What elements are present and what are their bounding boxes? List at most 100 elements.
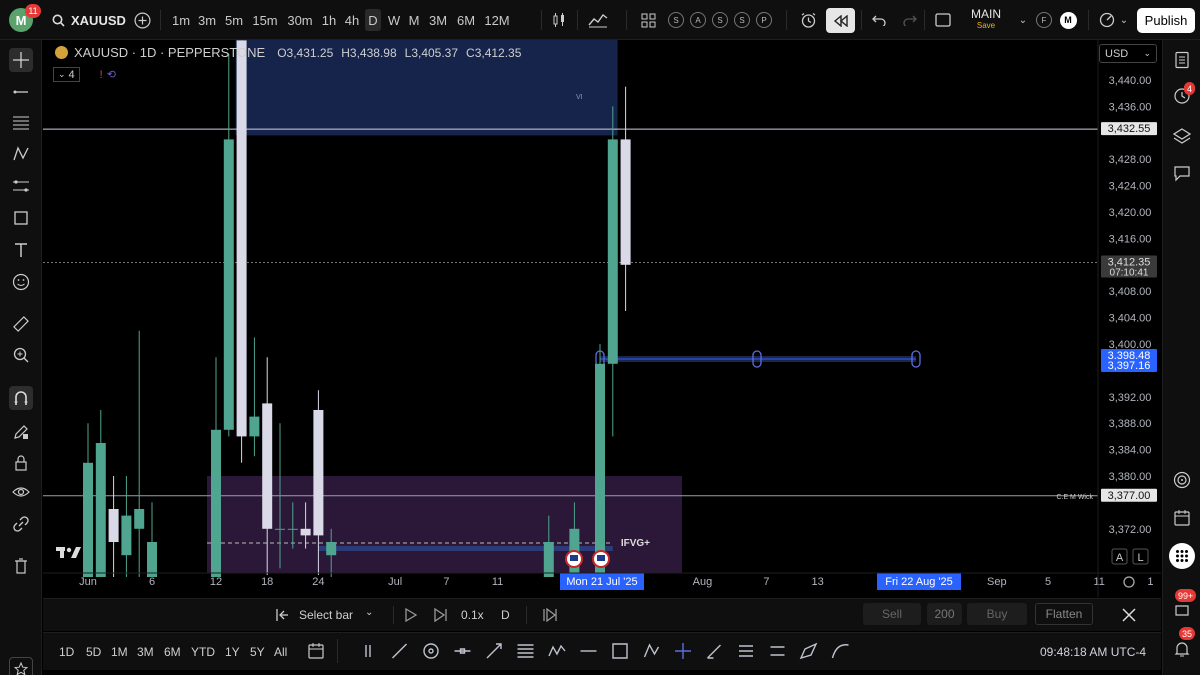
- sell-button[interactable]: Sell: [863, 603, 921, 625]
- alert-button[interactable]: [798, 9, 818, 31]
- shape-tool[interactable]: [9, 206, 33, 230]
- redo-button[interactable]: [901, 9, 919, 31]
- candle-body[interactable]: [275, 528, 285, 530]
- path-icon[interactable]: [643, 643, 660, 658]
- hide-drawings-tool[interactable]: [9, 480, 33, 504]
- symbol-search[interactable]: XAUUSD: [52, 9, 126, 31]
- candle-body[interactable]: [121, 515, 132, 556]
- buy-button[interactable]: Buy: [967, 603, 1027, 625]
- layout-dropdown-button[interactable]: ⌄: [1016, 9, 1030, 31]
- price-chart[interactable]: 3,440.00 3,436.00 3,428.00 3,424.00 3,420.00…: [43, 40, 1161, 597]
- apps-button[interactable]: [1169, 543, 1195, 569]
- candle-body[interactable]: [595, 363, 605, 577]
- candle-body[interactable]: [83, 462, 93, 577]
- fullscreen-button[interactable]: [933, 9, 953, 31]
- favorites-button[interactable]: [9, 657, 33, 675]
- m-button[interactable]: M: [1058, 9, 1078, 31]
- fvg-zone[interactable]: [207, 476, 682, 573]
- brush-icon[interactable]: [707, 644, 721, 659]
- indicator-toggle[interactable]: ⌄ 4: [53, 67, 80, 82]
- horizontal-ray-icon[interactable]: [454, 648, 471, 654]
- currency-selector[interactable]: USD ⌄: [1099, 44, 1157, 63]
- interval-d-button[interactable]: D: [365, 9, 381, 31]
- crosshair-tool[interactable]: [9, 48, 33, 72]
- candle-body[interactable]: [287, 528, 298, 530]
- quick-toggle-4[interactable]: P: [755, 9, 773, 31]
- interval-w-button[interactable]: W: [386, 9, 402, 31]
- jump-to-realtime-button[interactable]: [542, 607, 558, 626]
- list-icon[interactable]: [739, 645, 753, 657]
- list-alt-icon[interactable]: [770, 646, 785, 656]
- wave-icon[interactable]: [548, 644, 566, 657]
- candle-body[interactable]: [300, 528, 311, 536]
- axis-settings-icon[interactable]: [1123, 576, 1135, 588]
- magnet-tool[interactable]: [9, 386, 33, 410]
- watchlist-button[interactable]: [1171, 49, 1193, 71]
- candle-body[interactable]: [543, 542, 554, 577]
- arrow-line-icon[interactable]: [486, 643, 502, 659]
- interval-3m-button[interactable]: 3M: [427, 9, 449, 31]
- settings-dropdown-button[interactable]: ⌄: [1118, 9, 1130, 31]
- candle-body[interactable]: [223, 139, 234, 430]
- trend-line-icon[interactable]: [392, 643, 407, 659]
- interval-5m-button[interactable]: 5m: [223, 9, 245, 31]
- dots-handle-icon[interactable]: [365, 645, 371, 657]
- fib-tool[interactable]: [9, 111, 33, 135]
- replay-interval[interactable]: D: [501, 608, 510, 622]
- legend-title[interactable]: XAUUSD · 1D · PEPPERSTONE: [74, 45, 265, 60]
- indicators-button[interactable]: [585, 9, 611, 31]
- quantity-input[interactable]: 200: [927, 603, 962, 625]
- rectangle-icon[interactable]: [612, 643, 628, 659]
- interval-3m-button[interactable]: 3m: [196, 9, 218, 31]
- notifications-button[interactable]: [1171, 638, 1193, 660]
- measure-tool[interactable]: [9, 312, 33, 336]
- chat-button[interactable]: [1171, 162, 1193, 184]
- calendar-button[interactable]: [1171, 507, 1193, 529]
- range-1y-button[interactable]: 1Y: [225, 645, 240, 659]
- replay-speed[interactable]: 0.1x: [461, 608, 484, 622]
- interval-1h-button[interactable]: 1h: [320, 9, 338, 31]
- candle-body[interactable]: [249, 416, 260, 437]
- candle-body[interactable]: [236, 40, 247, 437]
- layout-menu[interactable]: MAIN Save: [970, 8, 1002, 32]
- pattern-tool[interactable]: [9, 142, 33, 166]
- chart-area[interactable]: 3,440.00 3,436.00 3,428.00 3,424.00 3,420.00…: [43, 40, 1161, 597]
- delete-drawings-tool[interactable]: [9, 554, 33, 578]
- add-symbol-button[interactable]: [132, 9, 152, 31]
- candle-body[interactable]: [313, 410, 324, 536]
- range-ytd-button[interactable]: YTD: [191, 645, 215, 659]
- candle-body[interactable]: [607, 139, 618, 364]
- target-button[interactable]: [1171, 469, 1193, 491]
- range-all-button[interactable]: All: [274, 645, 287, 659]
- chart-type-button[interactable]: [549, 9, 569, 31]
- projection-tool[interactable]: [9, 174, 33, 198]
- ideas-button[interactable]: [1171, 600, 1193, 622]
- play-button[interactable]: [404, 607, 418, 626]
- candle-body[interactable]: [134, 509, 145, 529]
- candle-body[interactable]: [95, 443, 106, 577]
- interval-6m-button[interactable]: 6M: [454, 9, 478, 31]
- candle-body[interactable]: [108, 509, 119, 542]
- close-replay-button[interactable]: [1121, 607, 1137, 626]
- flatten-button[interactable]: Flatten: [1035, 603, 1093, 625]
- undo-button[interactable]: [870, 9, 888, 31]
- publish-button[interactable]: Publish: [1137, 8, 1195, 33]
- trend-line-tool[interactable]: [9, 80, 33, 104]
- emoji-tool[interactable]: [9, 270, 33, 294]
- zoom-tool[interactable]: [9, 343, 33, 367]
- candle-body[interactable]: [147, 542, 157, 577]
- crosshair-icon[interactable]: [675, 643, 691, 659]
- pen-icon[interactable]: [799, 642, 818, 660]
- range-5d-button[interactable]: 5D: [86, 645, 101, 659]
- range-5y-button[interactable]: 5Y: [250, 645, 265, 659]
- quick-toggle-0[interactable]: S: [667, 9, 685, 31]
- range-6m-button[interactable]: 6M: [164, 645, 181, 659]
- interval-30m-button[interactable]: 30m: [285, 9, 315, 31]
- f-button[interactable]: F: [1035, 9, 1053, 31]
- fib-retracement-icon[interactable]: [517, 644, 534, 658]
- candle-body[interactable]: [620, 139, 631, 265]
- interval-m-button[interactable]: M: [406, 9, 422, 31]
- layers-button[interactable]: [1171, 125, 1193, 147]
- interval-15m-button[interactable]: 15m: [251, 9, 279, 31]
- range-1m-button[interactable]: 1M: [111, 645, 128, 659]
